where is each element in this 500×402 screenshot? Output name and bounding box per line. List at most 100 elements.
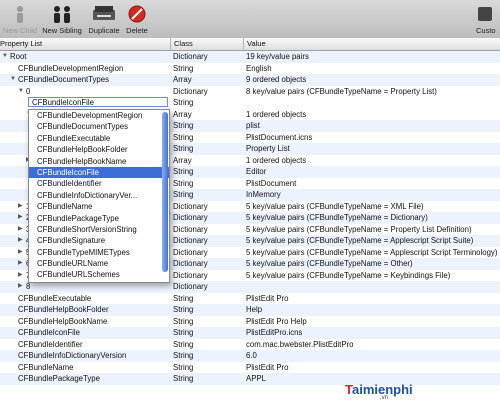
row-class[interactable]: String bbox=[173, 178, 193, 190]
row-value[interactable]: 9 ordered objects bbox=[246, 74, 500, 86]
disclosure-collapsed-icon[interactable]: ▶ bbox=[18, 247, 23, 259]
popup-item[interactable]: CFBundleTypeMIMETypes bbox=[29, 247, 169, 258]
duplicate-button[interactable]: Duplicate bbox=[86, 4, 122, 35]
row-value[interactable]: 5 key/value pairs (CFBundleTypeName = Pr… bbox=[246, 224, 500, 236]
table-row[interactable]: CFBundleInfoDictionaryVersion String 6.0 bbox=[0, 350, 500, 362]
column-divider[interactable] bbox=[243, 38, 244, 50]
column-divider[interactable] bbox=[170, 38, 171, 50]
row-class[interactable]: Dictionary bbox=[173, 86, 208, 98]
row-value[interactable]: 5 key/value pairs (CFBundleTypeName = Ap… bbox=[246, 235, 500, 247]
row-class[interactable]: String bbox=[173, 339, 193, 351]
popup-item[interactable]: CFBundleSignature bbox=[29, 235, 169, 246]
row-class[interactable]: Dictionary bbox=[173, 247, 208, 259]
key-edit-field[interactable]: CFBundleIconFile bbox=[28, 97, 168, 107]
row-value[interactable]: English bbox=[246, 63, 500, 75]
row-value[interactable]: PlistEdit Pro bbox=[246, 293, 500, 305]
row-class[interactable]: String bbox=[173, 132, 193, 144]
popup-item[interactable]: CFBundlePackageType bbox=[29, 213, 169, 224]
disclosure-collapsed-icon[interactable]: ▶ bbox=[18, 235, 23, 247]
new-sibling-button[interactable]: New Sibling bbox=[40, 4, 84, 35]
row-class[interactable]: String bbox=[173, 350, 193, 362]
row-value[interactable]: 1 ordered objects bbox=[246, 155, 500, 167]
table-row[interactable]: CFBundleHelpBookFolder String Help bbox=[0, 304, 500, 316]
popup-item[interactable]: CFBundleURLName bbox=[29, 258, 169, 269]
row-value[interactable]: 5 key/value pairs (CFBundleTypeName = Di… bbox=[246, 212, 500, 224]
popup-item[interactable]: CFBundleDocumentTypes bbox=[29, 121, 169, 132]
table-row[interactable]: CFBundleDevelopmentRegion String English bbox=[0, 63, 500, 75]
row-class[interactable]: Dictionary bbox=[173, 281, 208, 293]
popup-item[interactable]: CFBundleShortVersionString bbox=[29, 224, 169, 235]
popup-item[interactable]: CFBundleDevelopmentRegion bbox=[29, 110, 169, 121]
column-property-list[interactable]: Property List bbox=[0, 39, 42, 48]
row-class[interactable]: String bbox=[173, 166, 193, 178]
row-value[interactable]: 5 key/value pairs (CFBundleTypeName = Ap… bbox=[246, 247, 500, 259]
row-class[interactable]: Dictionary bbox=[173, 224, 208, 236]
disclosure-collapsed-icon[interactable]: ▶ bbox=[18, 212, 23, 224]
table-row[interactable]: ▼ 0 Dictionary 8 key/value pairs (CFBundleT… bbox=[0, 86, 500, 98]
row-class[interactable]: String bbox=[173, 316, 193, 328]
row-class[interactable]: Dictionary bbox=[173, 258, 208, 270]
row-class[interactable]: String bbox=[173, 373, 193, 385]
popup-scrollbar[interactable] bbox=[162, 112, 168, 272]
table-row[interactable]: ▼ Root Dictionary 19 key/value pairs bbox=[0, 51, 500, 63]
disclosure-collapsed-icon[interactable]: ▶ bbox=[18, 281, 23, 293]
row-class[interactable]: Array bbox=[173, 74, 192, 86]
disclosure-expanded-icon[interactable]: ▼ bbox=[10, 74, 16, 86]
row-class[interactable]: Dictionary bbox=[173, 235, 208, 247]
row-class[interactable]: String bbox=[173, 362, 193, 374]
table-row[interactable]: CFBundlePackageType String APPL bbox=[0, 373, 500, 385]
column-class[interactable]: Class bbox=[174, 39, 193, 48]
customize-button[interactable]: Custo bbox=[476, 4, 500, 35]
disclosure-collapsed-icon[interactable]: ▶ bbox=[18, 270, 23, 282]
table-row[interactable]: CFBundleIdentifier String com.mac.bwebster… bbox=[0, 339, 500, 351]
row-value[interactable]: 5 key/value pairs (CFBundleTypeName = XM… bbox=[246, 201, 500, 213]
table-row[interactable]: CFBundleExecutable String PlistEdit Pro bbox=[0, 293, 500, 305]
row-class[interactable]: String bbox=[173, 63, 193, 75]
popup-item[interactable]: CFBundleName bbox=[29, 201, 169, 212]
row-value[interactable]: plist bbox=[246, 120, 500, 132]
row-value[interactable]: PlistEdit Pro Help bbox=[246, 316, 500, 328]
table-row[interactable]: CFBundleName String PlistEdit Pro bbox=[0, 362, 500, 374]
popup-item[interactable]: CFBundleHelpBookName bbox=[29, 156, 169, 167]
row-class[interactable]: String bbox=[173, 189, 193, 201]
row-class[interactable]: Dictionary bbox=[173, 201, 208, 213]
disclosure-collapsed-icon[interactable]: ▶ bbox=[18, 224, 23, 236]
disclosure-expanded-icon[interactable]: ▼ bbox=[2, 51, 8, 63]
popup-item[interactable]: CFBundleIdentifier bbox=[29, 178, 169, 189]
row-value[interactable]: 8 key/value pairs (CFBundleTypeName = Pr… bbox=[246, 86, 500, 98]
table-row[interactable]: ▼ CFBundleDocumentTypes Array 9 ordered obj… bbox=[0, 74, 500, 86]
row-value[interactable]: PlistDocument.icns bbox=[246, 132, 500, 144]
popup-item[interactable]: CFBundleExecutable bbox=[29, 133, 169, 144]
popup-item[interactable]: CFBundleInfoDictionaryVer... bbox=[29, 190, 169, 201]
row-value[interactable]: com.mac.bwebster.PlistEditPro bbox=[246, 339, 500, 351]
row-class[interactable]: String bbox=[173, 97, 193, 109]
row-class[interactable]: String bbox=[173, 293, 193, 305]
row-class[interactable]: String bbox=[173, 120, 193, 132]
row-class[interactable]: Array bbox=[173, 109, 192, 121]
row-value[interactable]: 5 key/value pairs (CFBundleTypeName = Ke… bbox=[246, 270, 500, 282]
row-value[interactable]: PlistEditPro.icns bbox=[246, 327, 500, 339]
delete-button[interactable]: Delete bbox=[124, 4, 150, 35]
row-value[interactable]: PlistEdit Pro bbox=[246, 362, 500, 374]
row-class[interactable]: Array bbox=[173, 155, 192, 167]
disclosure-collapsed-icon[interactable]: ▶ bbox=[18, 258, 23, 270]
row-value[interactable]: Editor bbox=[246, 166, 500, 178]
row-class[interactable]: String bbox=[173, 304, 193, 316]
popup-item[interactable]: CFBundleURLTypes bbox=[29, 281, 169, 283]
row-value[interactable]: PlistDocument bbox=[246, 178, 500, 190]
row-value[interactable]: 1 ordered objects bbox=[246, 109, 500, 121]
popup-item[interactable]: CFBundleURLSchemes bbox=[29, 269, 169, 280]
table-row[interactable]: CFBundleIconFile String PlistEditPro.icns bbox=[0, 327, 500, 339]
new-child-button[interactable]: New Child bbox=[2, 4, 38, 35]
table-row[interactable]: CFBundleHelpBookName String PlistEdit Pro … bbox=[0, 316, 500, 328]
row-value[interactable]: InMemory bbox=[246, 189, 500, 201]
disclosure-collapsed-icon[interactable]: ▶ bbox=[18, 201, 23, 213]
row-value[interactable]: 19 key/value pairs bbox=[246, 51, 500, 63]
table-row[interactable]: CFBundleIconFile String bbox=[0, 97, 500, 109]
row-class[interactable]: Dictionary bbox=[173, 212, 208, 224]
row-class[interactable]: Dictionary bbox=[173, 51, 208, 63]
row-value[interactable]: Help bbox=[246, 304, 500, 316]
popup-item[interactable]: CFBundleHelpBookFolder bbox=[29, 144, 169, 155]
row-class[interactable]: String bbox=[173, 327, 193, 339]
row-value[interactable]: Property List bbox=[246, 143, 500, 155]
